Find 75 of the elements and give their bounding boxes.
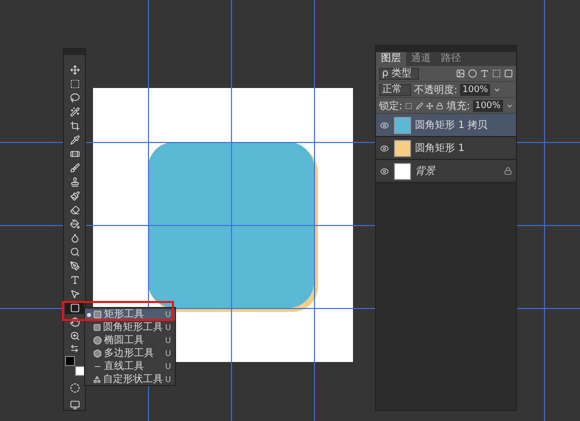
quick-mask-icon[interactable]	[70, 383, 80, 393]
image-icon[interactable]	[456, 69, 465, 78]
layer-row[interactable]: 背景	[376, 160, 516, 183]
layer-name: 背景	[415, 164, 437, 178]
rectangle-icon	[70, 303, 80, 313]
opacity-label: 不透明度:	[414, 84, 458, 96]
move-icon[interactable]	[426, 102, 434, 110]
rounded-rectangle-icon	[93, 323, 102, 332]
magnifier-icon	[70, 247, 80, 257]
layer-name: 圆角矩形 1	[415, 142, 466, 155]
background-color-swatch[interactable]	[74, 366, 84, 376]
eyedropper-icon	[70, 135, 80, 145]
eye-icon[interactable]	[380, 166, 389, 176]
hand-icon	[70, 317, 80, 327]
pointer-icon	[70, 289, 80, 299]
menu-label: 矩形工具	[104, 309, 145, 320]
wand-icon	[70, 107, 80, 117]
bandage-icon	[70, 149, 80, 159]
swap-icon[interactable]	[70, 344, 79, 353]
shortcut-key: U	[165, 375, 171, 384]
eye-icon[interactable]	[380, 120, 389, 130]
panel-tab[interactable]: 通道	[406, 52, 436, 66]
menu-item[interactable]: 椭圆工具 U	[85, 335, 175, 346]
menu-item[interactable]: 多边形工具 U	[85, 348, 175, 359]
pen-icon	[70, 261, 80, 271]
menu-item[interactable]: 自定形状工具 U	[85, 374, 175, 385]
fill-field[interactable]: 100%	[472, 100, 503, 112]
type-icon[interactable]	[480, 69, 489, 78]
menu-label: 直线工具	[104, 361, 145, 372]
layer-name: 圆角矩形 1 拷贝	[415, 119, 489, 132]
layer-row[interactable]: 圆角矩形 1	[376, 137, 516, 160]
menu-label: 自定形状工具	[103, 374, 164, 385]
panel-tab[interactable]: 图层	[376, 52, 406, 66]
shortcut-key: U	[165, 323, 171, 332]
brush-icon	[70, 163, 80, 173]
crop-icon	[70, 121, 80, 131]
shortcut-key: U	[165, 310, 171, 319]
foreground-color-swatch[interactable]	[64, 356, 74, 366]
move-icon	[70, 65, 80, 75]
circle-icon[interactable]	[468, 69, 477, 78]
shortcut-key: U	[165, 362, 171, 371]
menu-label: 椭圆工具	[104, 335, 145, 346]
screen-mode-icon[interactable]	[70, 400, 80, 410]
shapes-icon	[93, 375, 102, 384]
layer-row[interactable]: 圆角矩形 1 拷贝	[376, 114, 516, 137]
droplet-icon	[70, 233, 80, 243]
menu-item[interactable]: 圆角矩形工具 U	[85, 322, 175, 333]
type-icon	[70, 275, 80, 285]
polygon-icon	[93, 349, 102, 358]
panel-tab[interactable]: 路径	[436, 52, 466, 66]
bucket-icon	[70, 219, 80, 229]
shortcut-key: U	[165, 349, 171, 358]
opacity-field[interactable]: 100%	[460, 84, 490, 96]
blend-mode-dropdown[interactable]: 正常	[379, 84, 411, 96]
fill-label: 填充:	[446, 100, 470, 112]
lasso-icon	[70, 93, 80, 103]
zoom-icon	[70, 331, 80, 341]
selected-dot	[87, 312, 91, 316]
stamp-icon	[70, 177, 80, 187]
tool-button[interactable]	[65, 302, 84, 314]
menu-label: 多边形工具	[104, 348, 155, 359]
lock-label: 锁定:	[379, 100, 402, 112]
brush-icon[interactable]	[416, 102, 423, 110]
filter-dropdown[interactable]: ρ 类型	[379, 68, 419, 80]
eye-icon[interactable]	[380, 144, 389, 152]
menu-item[interactable]: 直线工具 U	[85, 361, 175, 372]
marquee-icon	[70, 79, 80, 89]
menu-label: 圆角矩形工具	[103, 322, 164, 333]
brush-icon	[70, 191, 80, 201]
smart-object-icon[interactable]	[504, 69, 513, 78]
rectangle-icon	[93, 310, 102, 319]
ellipse-icon	[93, 336, 102, 345]
shortcut-key: U	[165, 336, 171, 345]
lock-icon[interactable]	[436, 102, 444, 110]
eraser-icon	[70, 205, 80, 215]
